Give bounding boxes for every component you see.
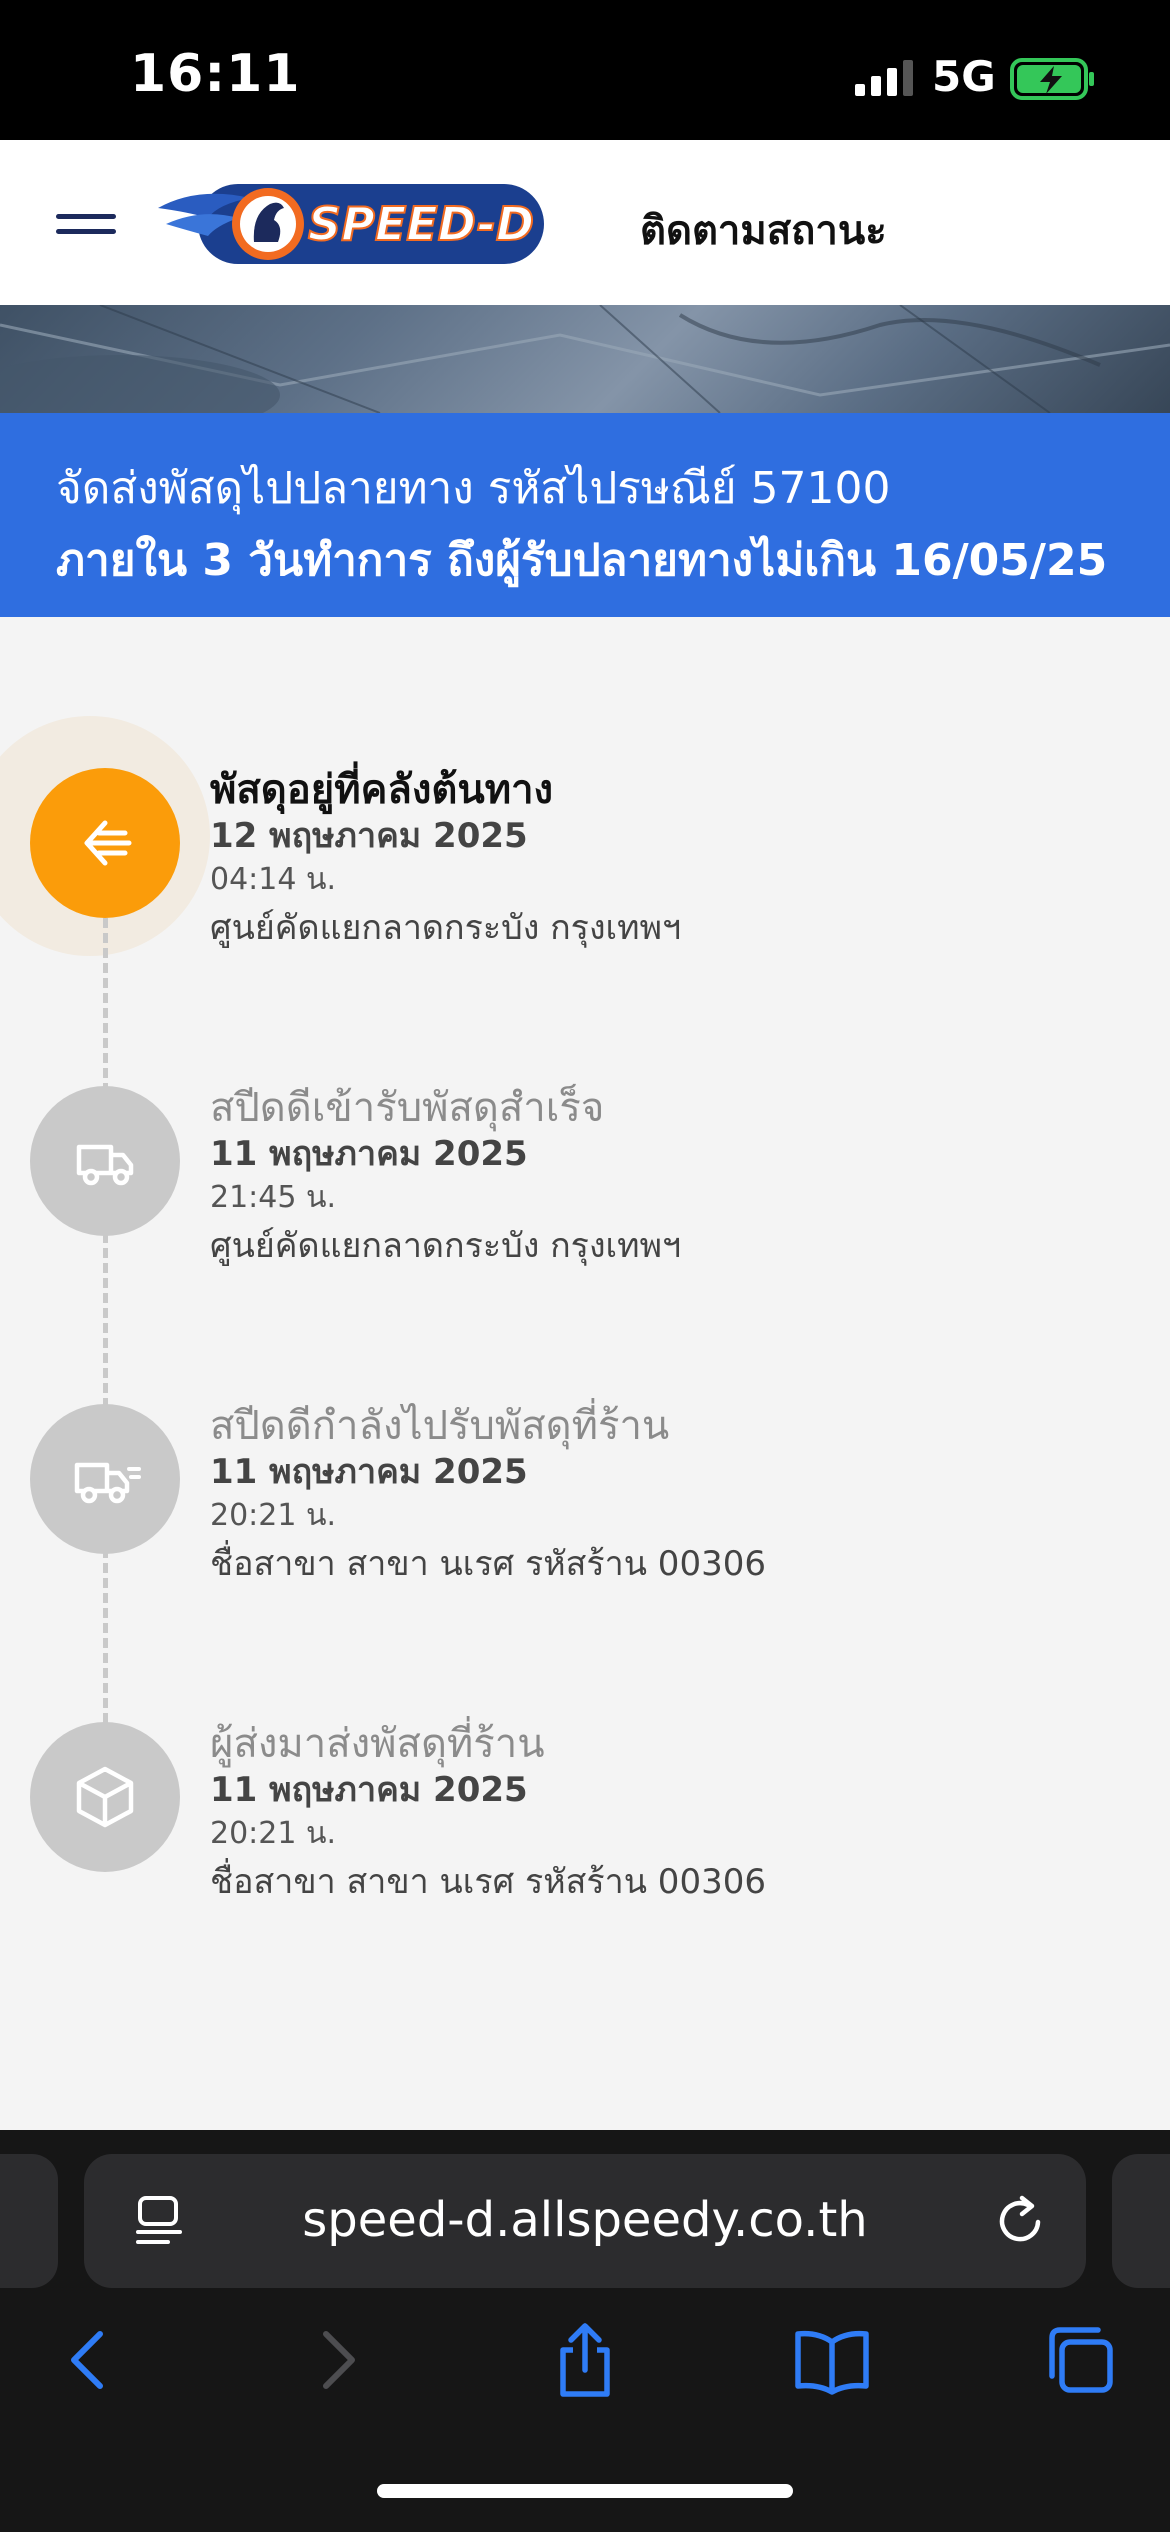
next-tab-peek[interactable] xyxy=(1112,2154,1170,2288)
address-bar[interactable]: speed-d.allspeedy.co.th xyxy=(84,2154,1086,2288)
step-location: ชื่อสาขา สาขา นเรศ รหัสร้าน 00306 xyxy=(210,1544,766,1584)
step-time: 20:21 น. xyxy=(210,1816,337,1851)
eta-line: ภายใน 3 วันทำการ ถึงผู้รับปลายทางไม่เกิน… xyxy=(56,535,1108,586)
step-title: สปีดดีกำลังไปรับพัสดุที่ร้าน xyxy=(210,1403,670,1449)
reload-icon[interactable] xyxy=(994,2194,1048,2248)
svg-text:SPEED-D: SPEED-D xyxy=(308,197,534,251)
speed-d-logo[interactable]: SPEED-D xyxy=(158,178,548,270)
site-header: SPEED-D ติดตามสถานะ xyxy=(0,140,1170,305)
bookmarks-icon[interactable] xyxy=(792,2320,872,2400)
hero-image xyxy=(0,305,1170,413)
step-title: พัสดุอยู่ที่คลังต้นทาง xyxy=(210,767,554,813)
timeline-step: พัสดุอยู่ที่คลังต้นทาง 12 พฤษภาคม 2025 0… xyxy=(210,766,1110,954)
tabs-icon[interactable] xyxy=(1040,2320,1120,2400)
timeline-step: สปีดดีกำลังไปรับพัสดุที่ร้าน 11 พฤษภาคม … xyxy=(210,1402,1110,1590)
status-time: 16:11 xyxy=(130,44,301,104)
status-bar: 16:11 5G xyxy=(0,0,1170,140)
share-icon[interactable] xyxy=(545,2320,625,2400)
map-texture xyxy=(0,305,1170,413)
home-indicator xyxy=(377,2484,793,2498)
timeline-step: ผู้ส่งมาส่งพัสดุที่ร้าน 11 พฤษภาคม 2025 … xyxy=(210,1720,1110,1908)
step-title: ผู้ส่งมาส่งพัสดุที่ร้าน xyxy=(210,1721,545,1767)
browser-chrome: speed-d.allspeedy.co.th xyxy=(0,2130,1170,2532)
page-title: ติดตามสถานะ xyxy=(640,208,887,254)
step-location: ศูนย์คัดแยกลาดกระบัง กรุงเทพฯ xyxy=(210,908,682,948)
forward-icon[interactable] xyxy=(298,2320,378,2400)
menu-icon[interactable] xyxy=(56,214,116,236)
signal-icon xyxy=(855,60,913,96)
step-date: 12 พฤษภาคม 2025 xyxy=(210,816,528,856)
arrow-left-icon xyxy=(30,768,180,918)
timeline-step: สปีดดีเข้ารับพัสดุสำเร็จ 11 พฤษภาคม 2025… xyxy=(210,1084,1110,1272)
truck-icon xyxy=(30,1086,180,1236)
step-location: ชื่อสาขา สาขา นเรศ รหัสร้าน 00306 xyxy=(210,1862,766,1902)
timeline-connector xyxy=(103,918,108,1738)
previous-tab-peek[interactable] xyxy=(0,2154,58,2288)
fast-truck-icon xyxy=(30,1404,180,1554)
battery-charging-icon xyxy=(1010,58,1094,100)
back-icon[interactable] xyxy=(48,2320,128,2400)
step-date: 11 พฤษภาคม 2025 xyxy=(210,1452,528,1492)
step-date: 11 พฤษภาคม 2025 xyxy=(210,1134,528,1174)
step-title: สปีดดีเข้ารับพัสดุสำเร็จ xyxy=(210,1085,605,1131)
url-text: speed-d.allspeedy.co.th xyxy=(302,2192,868,2248)
step-location: ศูนย์คัดแยกลาดกระบัง กรุงเทพฯ xyxy=(210,1226,682,1266)
step-time: 20:21 น. xyxy=(210,1498,337,1533)
step-time: 04:14 น. xyxy=(210,862,337,897)
package-icon xyxy=(30,1722,180,1872)
step-date: 11 พฤษภาคม 2025 xyxy=(210,1770,528,1810)
network-label: 5G xyxy=(932,52,996,101)
destination-line: จัดส่งพัสดุไปปลายทาง รหัสไปรษณีย์ 57100 xyxy=(56,463,891,514)
step-time: 21:45 น. xyxy=(210,1180,337,1215)
delivery-estimate-banner: จัดส่งพัสดุไปปลายทาง รหัสไปรษณีย์ 57100 … xyxy=(0,413,1170,617)
